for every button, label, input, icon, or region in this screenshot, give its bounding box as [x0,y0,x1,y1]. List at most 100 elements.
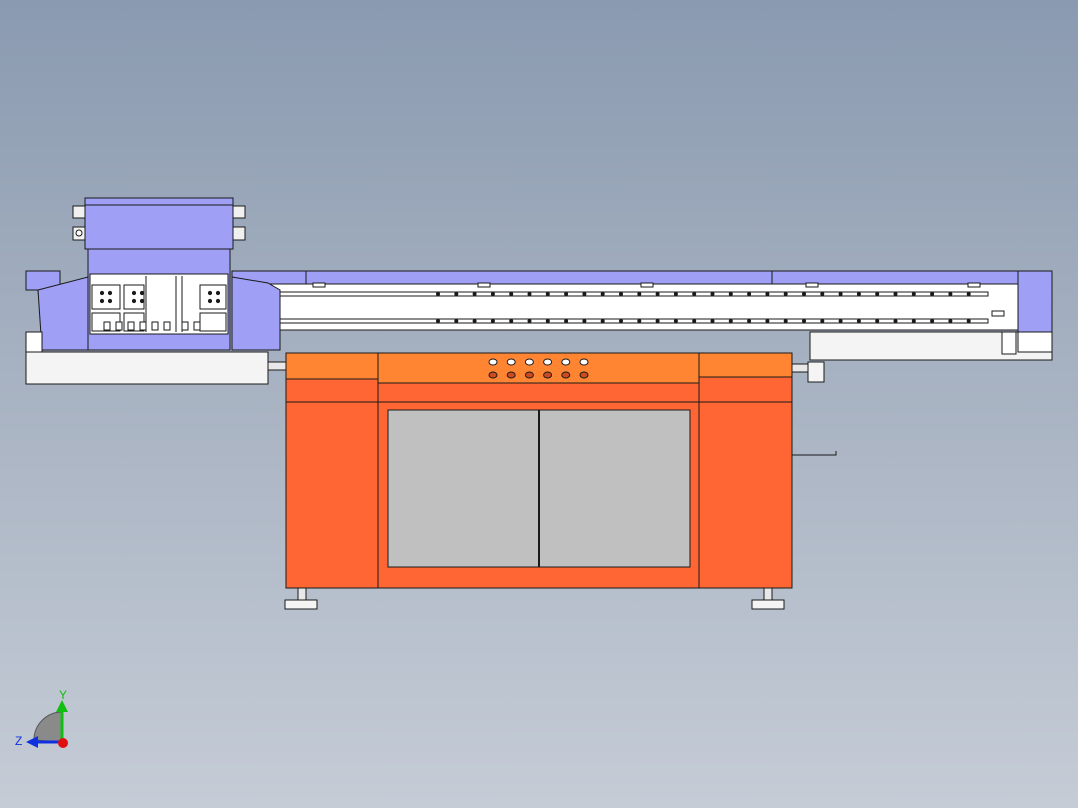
beam-bracket [805,282,819,288]
panel-button[interactable] [543,371,553,379]
rail-fastener [838,319,843,323]
rail-fastener [710,292,715,296]
printhead-block [199,284,227,310]
right-axle-bracket [807,361,825,383]
annotation-leader [792,451,837,456]
rail-fastener [692,292,697,296]
rail-fastener [472,292,477,296]
printhead-block [91,284,121,310]
rail-fastener [454,292,459,296]
beam-bracket [477,282,491,288]
printhead-block [123,284,145,310]
coordinate-triad[interactable]: Y Z [15,688,68,748]
cabinet-control-panel [377,352,700,384]
rail-limit-switch [991,310,1005,317]
nozzle-dot [131,290,137,296]
printer-model[interactable] [25,197,1053,610]
panel-button[interactable] [561,358,571,366]
panel-button[interactable] [543,358,553,366]
z-axis-arrowhead [26,736,38,748]
left-foot-plate [25,331,43,353]
beam-bracket [640,282,654,288]
nozzle-dot [131,298,137,304]
rail-fastener [619,292,623,296]
carriage-connector-hole [75,229,83,237]
cad-viewport[interactable]: Y Z [0,0,1078,808]
beam-bracket [967,282,981,288]
rail-fastener [765,319,770,323]
rail-fastener [728,292,733,296]
rail-fastener [911,319,916,323]
panel-button[interactable] [488,358,498,366]
triad-rotation-arc [33,711,63,743]
panel-button[interactable] [524,371,534,379]
rail-fastener [655,319,660,323]
rail-fastener [527,292,532,296]
rail-fastener [911,292,916,296]
cabinet-top-left [285,352,379,380]
rail-fastener [930,292,935,296]
rail-fastener [509,292,514,296]
printhead-block [199,312,227,332]
y-axis-label: Y [59,688,67,702]
right-end-foot [1017,331,1053,353]
rail-fastener [966,292,971,296]
rail-fastener [728,319,733,323]
rail-fastener [582,319,587,323]
printhead-peg [163,321,171,331]
nozzle-dot [139,298,145,304]
nozzle-dot [215,298,221,304]
rail-fastener [436,292,440,296]
rail-fastener [838,292,843,296]
rail-fastener [619,319,623,323]
nozzle-dot [215,290,221,296]
printhead-peg [139,321,147,331]
rail-fastener [856,319,861,323]
left-base-block [25,351,269,385]
door-panel-left[interactable] [387,409,540,568]
carriage-top-housing [84,197,234,250]
beam-bracket [312,282,326,288]
rail-fastener [802,319,806,323]
carriage-connector [72,205,86,219]
rail-fastener [893,319,898,323]
printhead-peg [151,321,159,331]
nozzle-dot [99,298,105,304]
panel-button[interactable] [488,371,498,379]
panel-button[interactable] [506,371,516,379]
rail-fastener [856,292,861,296]
panel-button[interactable] [579,371,589,379]
nozzle-dot [139,290,145,296]
rail-fastener [490,292,495,296]
printhead-peg [193,321,201,331]
rail-fastener [436,319,440,323]
carriage-connector [232,205,246,219]
rail-fastener [490,319,495,323]
panel-button[interactable] [524,358,534,366]
carriage-connector [232,226,246,241]
rail-fastener [564,292,569,296]
panel-button[interactable] [506,358,516,366]
left-side-shroud [37,276,89,351]
rail-fastener [930,319,935,323]
panel-button[interactable] [579,358,589,366]
rail-fastener [545,292,550,296]
rail-fastener [454,319,459,323]
nozzle-dot [107,290,113,296]
right-base-bracket [1001,331,1017,355]
rail-fastener [783,319,788,323]
rail-fastener [564,319,569,323]
nozzle-dot [107,298,113,304]
rail-fastener [600,292,605,296]
rail-fastener [673,319,678,323]
rail-fastener [637,292,642,296]
rail-upper [279,291,989,297]
nozzle-dot [99,290,105,296]
leveling-foot-left [284,587,318,610]
door-panel-right[interactable] [538,409,691,568]
rail-fastener [875,319,880,323]
rail-fastener [527,319,532,323]
leveling-foot-right [751,587,785,610]
panel-button[interactable] [561,371,571,379]
right-end-cap [1017,270,1053,333]
